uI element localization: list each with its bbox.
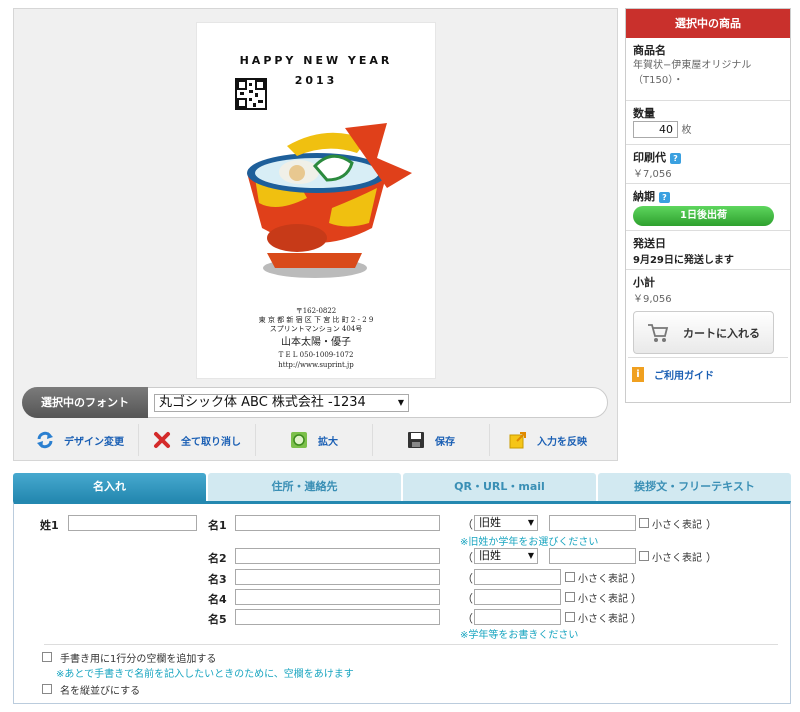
name-entry-form: 姓1 名1 （ 旧姓 ▼ 小さく表記 ） ※旧姓か学年をお選びください 名2 （ … bbox=[13, 501, 791, 704]
name1-title-select[interactable]: 旧姓 ▼ bbox=[474, 515, 538, 531]
divider bbox=[44, 644, 778, 645]
grade-note: ※学年等をお書きください bbox=[460, 630, 579, 641]
add-to-cart-button[interactable]: カートに入れる bbox=[633, 311, 774, 354]
chevron-down-icon: ▼ bbox=[527, 518, 534, 527]
selected-product-header: 選択中の商品 bbox=[626, 9, 790, 38]
apply-input-button[interactable]: 入力を反映 bbox=[490, 424, 606, 456]
card-url: http://www.suprint.jp bbox=[278, 361, 354, 369]
name5-input[interactable] bbox=[235, 609, 440, 625]
name2-label: 名2 bbox=[208, 552, 227, 565]
handwrite-blank-label: 手書き用に1行分の空欄を追加する bbox=[60, 654, 217, 665]
product-name: 年賀状−伊東屋オリジナル（T150）・ bbox=[633, 60, 752, 86]
quantity-input[interactable]: 40 bbox=[633, 121, 678, 138]
new-year-card-preview: HAPPY NEW YEAR 2013 〒162-0822 東 京 都 新 宿 … bbox=[196, 22, 436, 379]
vertical-name-label: 名を縦並びにする bbox=[60, 686, 141, 697]
zoom-icon bbox=[291, 432, 307, 448]
cart-icon bbox=[648, 323, 669, 342]
handwrite-note: ※あとで手書きで名前を記入したいときのために、空欄をあけます bbox=[56, 669, 354, 680]
name2-title-input[interactable] bbox=[549, 548, 636, 564]
name3-small-checkbox[interactable] bbox=[565, 572, 575, 582]
card-postal-code: 〒162-0822 bbox=[295, 307, 337, 315]
tab-address-contact[interactable]: 住所・連絡先 bbox=[208, 473, 401, 501]
help-icon[interactable]: ? bbox=[670, 152, 681, 164]
clear-all-button[interactable]: 全て取り消し bbox=[139, 424, 256, 456]
print-cost-label: 印刷代 bbox=[633, 151, 666, 164]
product-name-label: 商品名 bbox=[633, 44, 666, 57]
ship-date: 9月29日に発送します bbox=[633, 255, 734, 266]
name5-small-checkbox[interactable] bbox=[565, 612, 575, 622]
name2-title-select[interactable]: 旧姓 ▼ bbox=[474, 548, 538, 564]
chevron-down-icon: ▼ bbox=[527, 551, 534, 560]
quantity-unit: 枚 bbox=[681, 125, 692, 136]
subtotal: ￥9,056 bbox=[633, 294, 672, 305]
font-select[interactable]: 丸ゴシック体 ABC 株式会社 -1234 ▼ bbox=[154, 394, 409, 412]
qr-code-icon bbox=[235, 78, 267, 110]
editor-toolbar: デザイン変更 全て取り消し 拡大 保存 入力を反映 bbox=[22, 424, 606, 456]
card-tel: T E L 050-1009-1072 bbox=[278, 351, 354, 359]
tab-name-entry[interactable]: 名入れ bbox=[13, 473, 206, 501]
name2-small-checkbox[interactable] bbox=[639, 551, 649, 561]
name1-label: 名1 bbox=[208, 519, 227, 532]
vertical-name-checkbox[interactable] bbox=[42, 684, 52, 694]
quantity-label: 数量 bbox=[633, 107, 655, 120]
form-tabs: 名入れ 住所・連絡先 QR・URL・mail 挨拶文・フリーテキスト bbox=[13, 473, 791, 501]
design-change-button[interactable]: デザイン変更 bbox=[22, 424, 139, 456]
zoom-button[interactable]: 拡大 bbox=[256, 424, 373, 456]
divider bbox=[628, 357, 788, 358]
ozoni-bowl-icon bbox=[247, 123, 412, 278]
delivery-option-button[interactable]: 1日後出荷 bbox=[633, 206, 774, 226]
save-icon bbox=[408, 432, 424, 448]
name1-small-checkbox[interactable] bbox=[639, 518, 649, 528]
handwrite-blank-checkbox[interactable] bbox=[42, 652, 52, 662]
usage-guide-link[interactable]: i ご利用ガイド bbox=[632, 367, 714, 382]
font-select-value: 丸ゴシック体 ABC 株式会社 -1234 bbox=[159, 395, 366, 410]
name5-title-input[interactable] bbox=[474, 609, 561, 625]
apply-icon bbox=[509, 432, 526, 449]
tab-qr-url-mail[interactable]: QR・URL・mail bbox=[403, 473, 596, 501]
tab-greeting-free-text[interactable]: 挨拶文・フリーテキスト bbox=[598, 473, 791, 501]
chevron-down-icon: ▼ bbox=[397, 398, 404, 407]
font-label: 選択中のフォント bbox=[22, 387, 148, 418]
name4-title-input[interactable] bbox=[474, 589, 561, 605]
surname-input[interactable] bbox=[68, 515, 197, 531]
name3-input[interactable] bbox=[235, 569, 440, 585]
name2-input[interactable] bbox=[235, 548, 440, 564]
old-name-note: ※旧姓か学年をお選びください bbox=[460, 537, 599, 548]
ship-date-label: 発送日 bbox=[633, 237, 666, 250]
name4-small-checkbox[interactable] bbox=[565, 592, 575, 602]
card-greeting: HAPPY NEW YEAR bbox=[239, 54, 393, 67]
card-address-line2: スプリントマンション 404号 bbox=[269, 325, 363, 333]
card-names: 山本太陽・優子 bbox=[281, 337, 351, 348]
card-year: 2013 bbox=[294, 74, 338, 87]
delivery-label: 納期 bbox=[633, 190, 655, 203]
name5-label: 名5 bbox=[208, 613, 227, 626]
name1-input[interactable] bbox=[235, 515, 440, 531]
help-icon[interactable]: ? bbox=[659, 191, 670, 203]
name4-input[interactable] bbox=[235, 589, 440, 605]
save-button[interactable]: 保存 bbox=[373, 424, 490, 456]
refresh-icon bbox=[37, 431, 53, 449]
name3-title-input[interactable] bbox=[474, 569, 561, 585]
close-icon bbox=[154, 432, 170, 448]
name3-label: 名3 bbox=[208, 573, 227, 586]
subtotal-label: 小計 bbox=[633, 276, 655, 289]
surname-label: 姓1 bbox=[40, 519, 59, 532]
print-cost: ￥7,056 bbox=[633, 169, 672, 180]
info-icon: i bbox=[632, 367, 644, 382]
name1-title-input[interactable] bbox=[549, 515, 636, 531]
card-address-line1: 東 京 都 新 宿 区 下 宮 比 町 2 - 2 9 bbox=[258, 316, 374, 324]
name4-label: 名4 bbox=[208, 593, 227, 606]
